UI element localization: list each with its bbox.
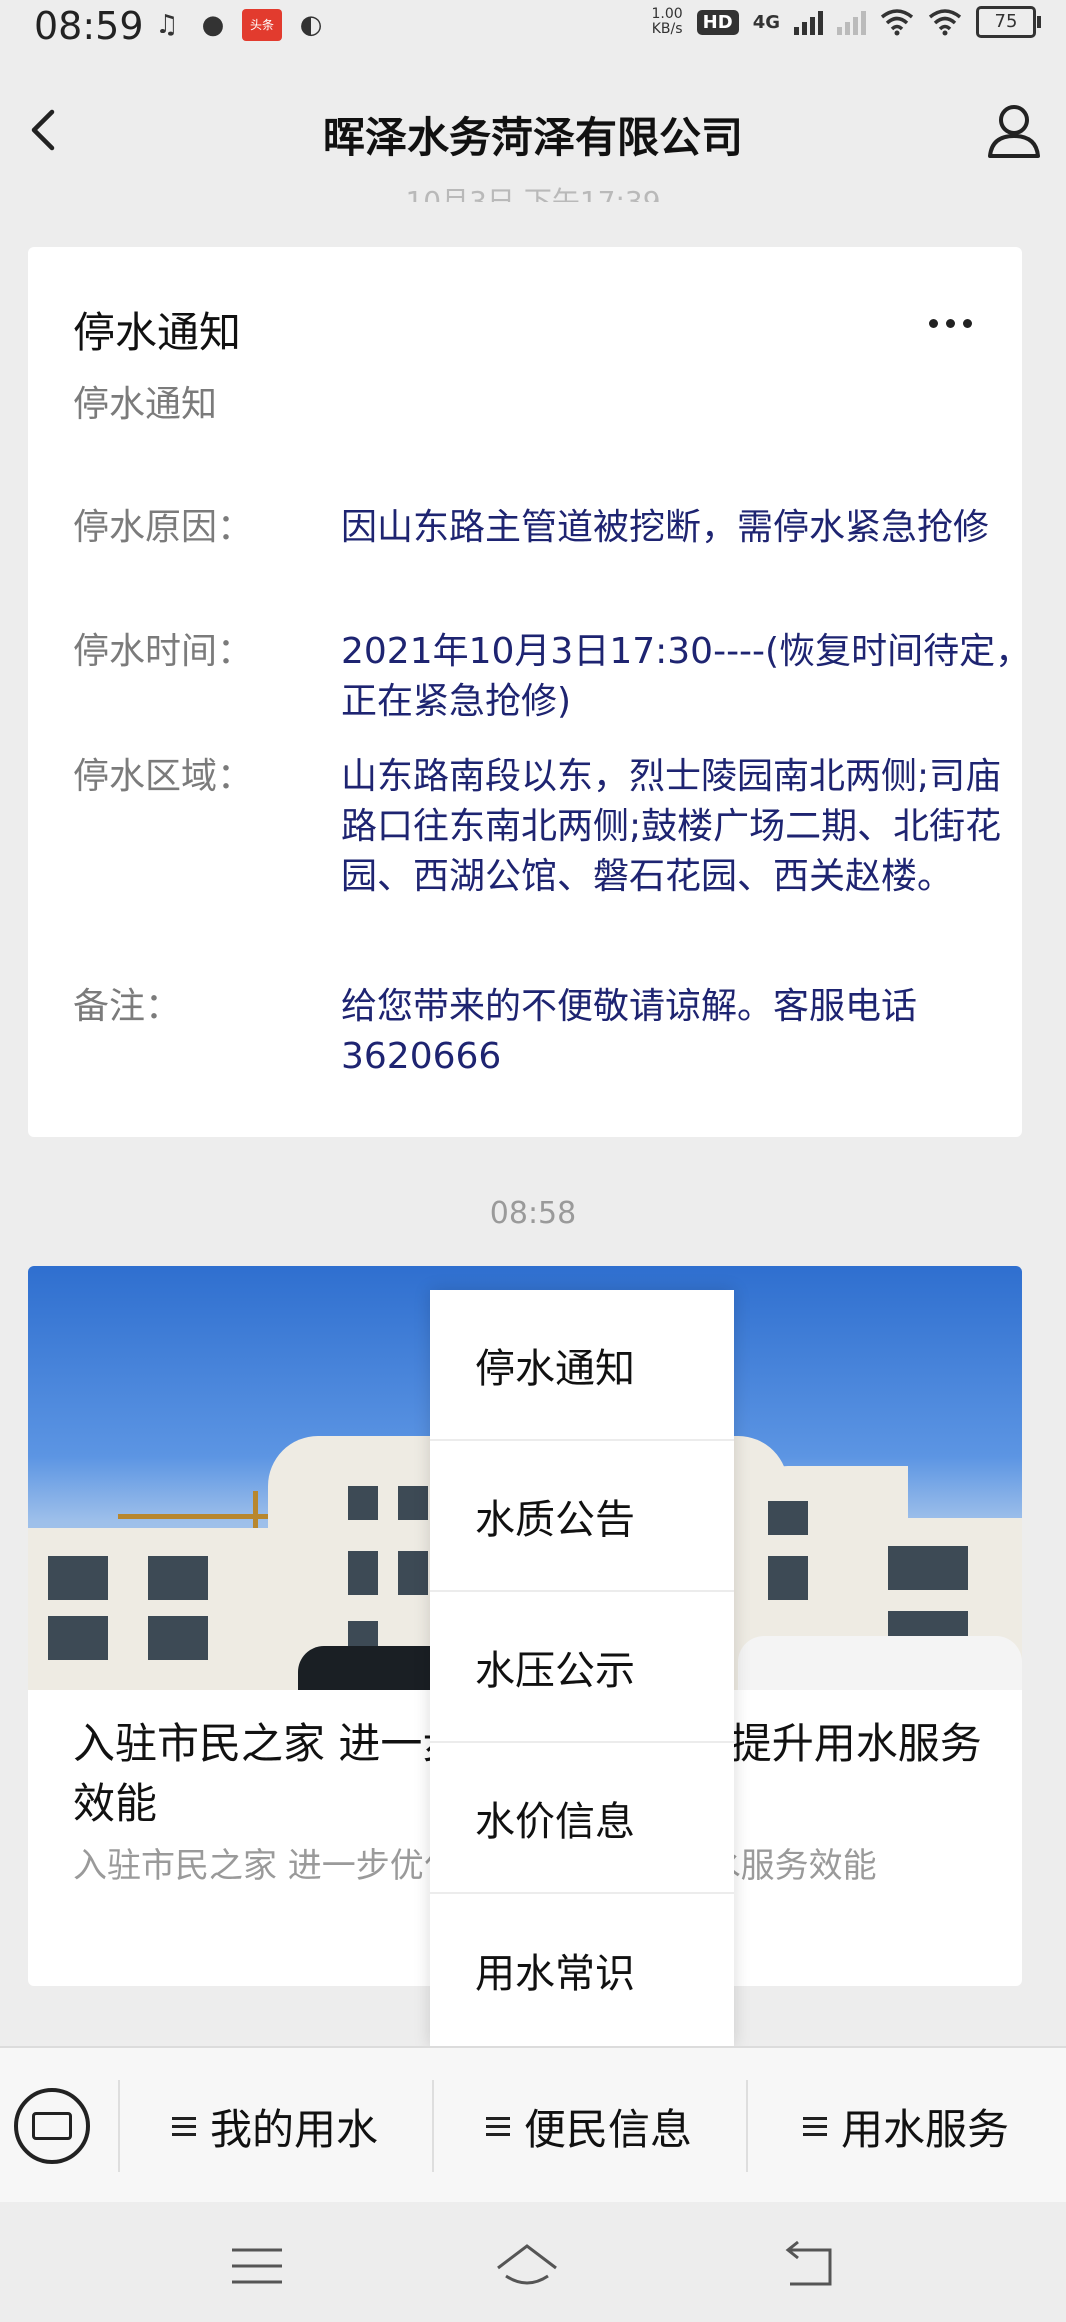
row-value: 因山东路主管道被挖断，需停水紧急抢修 [341,507,990,548]
notice-row-remark: 备注： 给您带来的不便敬请谅解。客服电话3620666 [73,982,1003,1082]
network-speed-value: 1.00 [651,6,683,22]
system-nav-bar [0,2202,1066,2322]
recent-apps-icon[interactable] [222,2238,292,2294]
menu-item-water-knowledge[interactable]: 用水常识 [430,1894,734,2045]
network-speed-unit: KB/s [651,21,683,37]
wifi-icon [880,9,914,36]
return-icon[interactable] [774,2238,844,2294]
message-icon: ● [201,10,225,40]
row-label: 停水区域： [73,756,254,797]
data-saver-icon: ◐ [299,10,323,40]
menu-water-service-label: 用水服务 [840,2104,1009,2154]
network-type: 4G [752,11,780,33]
news-badge-icon: 头条 [242,9,282,41]
notice-subtitle: 停水通知 [73,384,218,425]
popup-menu: 停水通知 水质公告 水压公示 水价信息 用水常识 [430,1290,734,2046]
status-time: 08:59 [34,4,144,48]
row-label: 停水时间： [73,631,254,672]
music-icon: ♫ [155,10,179,40]
wifi-2-icon [928,9,962,36]
status-bar: 08:59 ♫ ● 头条 ◐ 1.00 KB/s HD 4G 75 [0,0,1066,52]
row-label: 停水原因： [73,507,254,548]
menu-convenience-info[interactable]: 便民信息 [434,2048,744,2204]
row-value: 山东路南段以东，烈士陵园南北两侧;司庙路口往东南北两侧;鼓楼广场二期、北街花园、… [341,756,1002,897]
notice-card[interactable]: 停水通知 停水通知 停水原因： 因山东路主管道被挖断，需停水紧急抢修 停水时间：… [28,247,1031,1137]
menu-item-water-quality[interactable]: 水质公告 [430,1441,734,1592]
profile-icon[interactable] [982,98,1046,162]
menu-item-water-outage[interactable]: 停水通知 [430,1290,734,1441]
notice-title: 停水通知 [73,308,242,357]
notice-row-reason: 停水原因： 因山东路主管道被挖断，需停水紧急抢修 [73,503,1003,603]
status-right: 1.00 KB/s HD 4G 75 [652,6,1041,38]
menu-water-service[interactable]: 用水服务 [748,2048,1064,2204]
network-speed: 1.00 KB/s [652,7,683,37]
row-value: 给您带来的不便敬请谅解。客服电话3620666 [341,986,918,1077]
battery-icon: 75 [976,6,1041,38]
menu-lines-icon [485,2116,510,2136]
menu-lines-icon [171,2116,196,2136]
menu-my-water-label: 我的用水 [209,2104,378,2154]
menu-my-water[interactable]: 我的用水 [120,2048,430,2204]
faded-timestamp: 10月3日 下午17:39 [405,185,661,202]
bottom-menu-bar: 我的用水 便民信息 用水服务 [0,2046,1066,2204]
notice-row-area: 停水区域： 山东路南段以东，烈士陵园南北两侧;司庙路口往东南北两侧;鼓楼广场二期… [73,752,1003,962]
row-value: 2021年10月3日17:30----(恢复时间待定，正在紧急抢修) [341,631,1032,722]
row-label: 备注： [73,986,182,1027]
menu-item-water-pressure[interactable]: 水压公示 [430,1592,734,1743]
status-notification-icons: ♫ ● 头条 ◐ [150,8,328,42]
signal-2-icon [837,9,866,35]
menu-lines-icon [802,2116,827,2136]
home-icon[interactable] [492,2238,562,2294]
hd-icon: HD [696,9,739,35]
menu-convenience-info-label: 便民信息 [523,2104,692,2154]
more-icon[interactable] [920,311,980,335]
signal-icon [794,9,823,35]
keyboard-icon[interactable] [14,2088,90,2164]
chat-header: 晖泽水务菏泽有限公司 [0,60,1066,200]
menu-item-water-price[interactable]: 水价信息 [430,1743,734,1894]
notice-row-time: 停水时间： 2021年10月3日17:30----(恢复时间待定，正在紧急抢修) [73,627,1031,727]
page-title: 晖泽水务菏泽有限公司 [322,113,743,162]
message-time: 08:58 [489,1196,577,1231]
